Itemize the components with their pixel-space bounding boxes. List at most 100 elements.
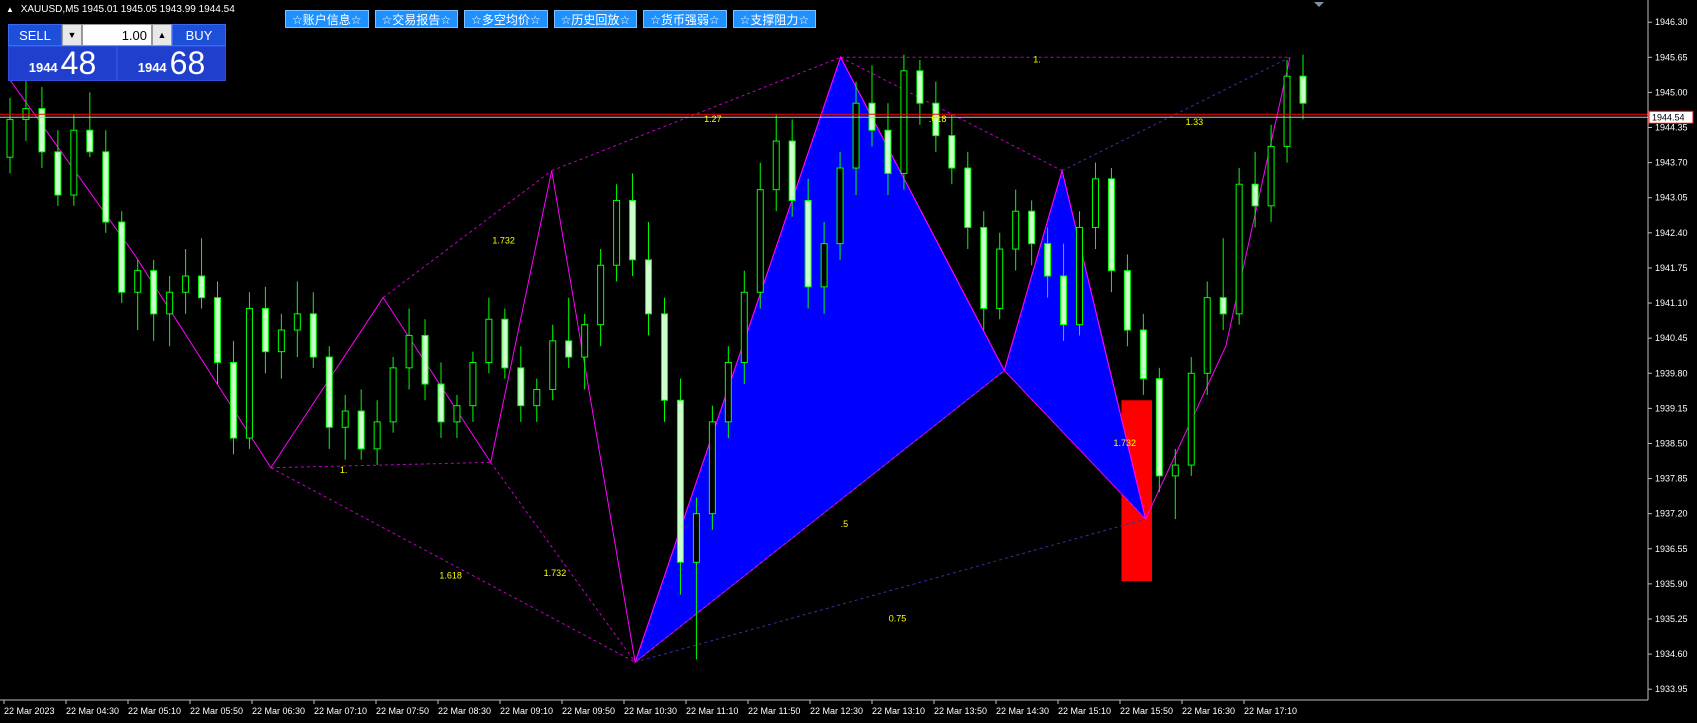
buy-price-prefix: 1944: [137, 60, 167, 75]
ratio-guide-line: [270, 467, 636, 663]
candle-body-bull: [1091, 178, 1099, 228]
candle-body-bull: [724, 361, 732, 423]
candle: [118, 211, 126, 304]
candle-body-bull: [772, 140, 780, 191]
candle-body-bear: [948, 135, 956, 169]
price-tick-label: 1936.55: [1655, 544, 1688, 554]
indicator-toolbar: ☆账户信息☆ ☆交易报告☆ ☆多空均价☆ ☆历史回放☆ ☆货币强弱☆ ☆支撑阻力…: [285, 10, 817, 28]
candle: [1251, 151, 1259, 228]
time-tick-label: 22 Mar 08:30: [438, 706, 491, 716]
candle-body-bear: [788, 140, 796, 201]
candle: [645, 222, 653, 336]
candle-body-bear: [309, 313, 317, 358]
candle: [309, 292, 317, 368]
candle-body-bull: [485, 318, 493, 363]
candle-body-bear: [884, 129, 892, 174]
trade-report-button[interactable]: ☆交易报告☆: [374, 10, 459, 28]
time-tick-label: 22 Mar 05:50: [190, 706, 243, 716]
ratio-label: .5: [841, 519, 849, 529]
time-tick-label: 22 Mar 04:30: [66, 706, 119, 716]
candle-body-bull: [613, 199, 621, 266]
candle: [1267, 124, 1275, 223]
price-tick-label: 1940.45: [1655, 333, 1688, 343]
candle: [182, 249, 190, 314]
current-price-label: 1944.54: [1652, 112, 1685, 122]
sell-button[interactable]: SELL: [8, 24, 62, 46]
candle: [549, 324, 557, 401]
candle-body-bull: [820, 243, 828, 288]
buy-button[interactable]: BUY: [172, 24, 226, 46]
lot-increase-icon[interactable]: ▲: [152, 24, 172, 46]
history-replay-button[interactable]: ☆历史回放☆: [553, 10, 638, 28]
candle-body-bear: [1299, 75, 1307, 104]
candle-body-bull: [1235, 183, 1243, 315]
candle: [437, 362, 445, 439]
time-tick-label: 22 Mar 16:30: [1182, 706, 1235, 716]
candle-body-bear: [1155, 378, 1163, 477]
candle-body-bear: [660, 313, 668, 401]
price-tick-label: 1945.00: [1655, 87, 1688, 97]
collapse-triangle-icon[interactable]: ▲: [6, 5, 14, 14]
candle: [38, 87, 46, 169]
chart-shift-marker-icon[interactable]: [1314, 2, 1324, 7]
lot-size-stepper[interactable]: ▼ 1.00 ▲: [62, 24, 172, 46]
candle: [198, 238, 206, 309]
time-tick-label: 22 Mar 13:10: [872, 706, 925, 716]
price-tick-label: 1941.10: [1655, 298, 1688, 308]
candle: [261, 286, 269, 374]
candle: [964, 151, 972, 250]
ratio-label: 1.27: [704, 114, 722, 124]
buy-price-box[interactable]: 1944 68: [117, 46, 226, 81]
ratio-guide-line: [270, 461, 491, 469]
time-tick-label: 22 Mar 11:10: [686, 706, 738, 716]
candle-body-bull: [597, 264, 605, 326]
price-tick-label: 1946.30: [1655, 17, 1688, 27]
candle-body-bull: [293, 313, 301, 331]
sell-price-box[interactable]: 1944 48: [8, 46, 117, 81]
long-short-average-button[interactable]: ☆多空均价☆: [464, 10, 548, 28]
candle: [708, 405, 716, 530]
candle-body-bear: [86, 129, 94, 153]
time-tick-label: 22 Mar 10:30: [624, 706, 677, 716]
candle: [86, 92, 94, 158]
price-tick-label: 1938.50: [1655, 438, 1688, 448]
time-tick-label: 22 Mar 15:10: [1058, 706, 1111, 716]
price-tick-label: 1944.35: [1655, 123, 1688, 133]
candle-body-bull: [996, 248, 1004, 309]
candle: [756, 162, 764, 309]
support-resistance-button[interactable]: ☆支撑阻力☆: [732, 10, 817, 28]
candle: [1012, 189, 1020, 271]
candle: [469, 351, 477, 422]
candle: [70, 114, 78, 206]
candle: [102, 130, 110, 233]
candle-body-bear: [214, 297, 222, 363]
time-tick-label: 22 Mar 07:50: [376, 706, 429, 716]
time-tick-label: 22 Mar 14:30: [996, 706, 1049, 716]
price-chart[interactable]: 1.732 1. 1.618 1.732 1.27 1. .618 1.33 1.732 .5 0.…: [0, 0, 1697, 723]
candle-body-bull: [341, 410, 349, 428]
currency-strength-button[interactable]: ☆货币强弱☆: [643, 10, 727, 28]
candle-body-bear: [565, 340, 573, 358]
candle-body-bull: [740, 291, 748, 363]
price-tick-label: 1935.25: [1655, 614, 1688, 624]
candle-body-bull: [1012, 210, 1020, 250]
candle-body-bull: [1187, 372, 1195, 466]
lot-decrease-icon[interactable]: ▼: [62, 24, 82, 46]
candle-body-bear: [1028, 210, 1036, 245]
candle: [1235, 168, 1243, 325]
account-info-button[interactable]: ☆账户信息☆: [285, 10, 369, 28]
time-tick-label: 22 Mar 07:10: [314, 706, 367, 716]
time-tick-label: 22 Mar 2023: [4, 706, 55, 716]
price-tick-label: 1937.85: [1655, 474, 1688, 484]
candle-body-bull: [692, 513, 700, 563]
candle: [134, 259, 142, 331]
price-tick-label: 1935.90: [1655, 579, 1688, 589]
lot-size-input[interactable]: 1.00: [82, 24, 152, 46]
candle-body-bull: [6, 118, 14, 158]
ratio-label: 1.: [1033, 55, 1041, 65]
candle: [629, 173, 637, 277]
ratio-guide-line: [490, 462, 636, 663]
candle-body-bear: [1107, 178, 1115, 272]
candle: [325, 346, 333, 449]
ratio-label: 1.33: [1186, 117, 1204, 127]
